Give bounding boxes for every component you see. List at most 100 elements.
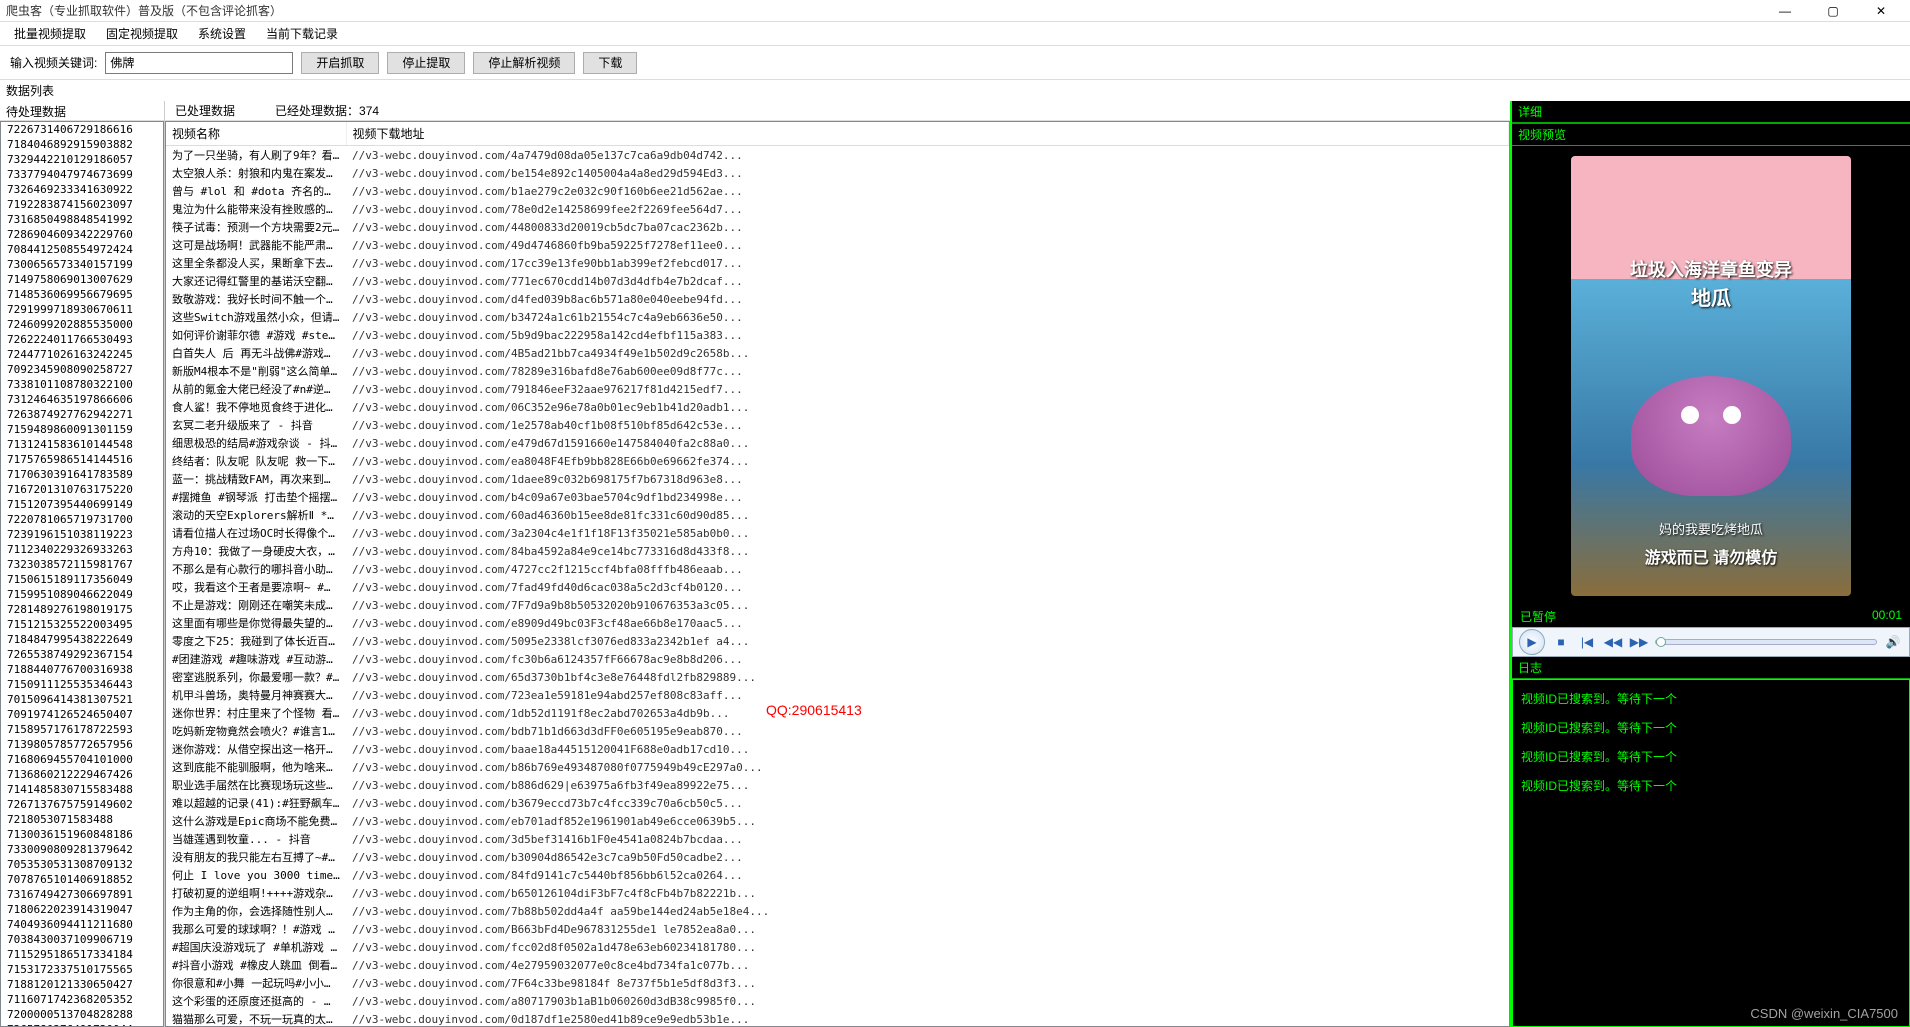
volume-icon[interactable]: 🔊: [1883, 632, 1903, 652]
list-item[interactable]: 7192283874156023097: [1, 197, 163, 212]
list-item[interactable]: 7148536069956679695: [1, 287, 163, 302]
list-item[interactable]: 7091974126524650407: [1, 707, 163, 722]
list-item[interactable]: 7167201310763175220: [1, 482, 163, 497]
menu-fixed-extract[interactable]: 固定视频提取: [96, 21, 188, 46]
list-item[interactable]: 7078765101406918852: [1, 872, 163, 887]
menu-batch-extract[interactable]: 批量视频提取: [4, 21, 96, 46]
list-item[interactable]: 7337794047974673699: [1, 167, 163, 182]
list-item[interactable]: 7170630391641783589: [1, 467, 163, 482]
list-item[interactable]: 7159489860091301159: [1, 422, 163, 437]
table-row[interactable]: #抖音小游戏 #橡皮人跳皿 倒看跳皿...//v3-webc.douyinvod…: [166, 956, 1509, 974]
list-item[interactable]: 7159951089046622049: [1, 587, 163, 602]
table-row[interactable]: 这什么游戏是Epic商场不能免费送...//v3-webc.douyinvod.…: [166, 812, 1509, 830]
list-item[interactable]: 7151207395440699149: [1, 497, 163, 512]
table-row[interactable]: 方舟10：我做了一身硬皮大衣，只身...//v3-webc.douyinvod.…: [166, 542, 1509, 560]
list-item[interactable]: 7300656573340157199: [1, 257, 163, 272]
list-item[interactable]: 7158957176178722593: [1, 722, 163, 737]
list-item[interactable]: 7053530531308709132: [1, 857, 163, 872]
table-row[interactable]: 零度之下25：我碰到了体长近百米的...//v3-webc.douyinvod.…: [166, 632, 1509, 650]
maximize-button[interactable]: ▢: [1810, 1, 1856, 21]
stop-button[interactable]: ■: [1551, 632, 1571, 652]
table-row[interactable]: 打破初夏的逆组啊!++++游戏杂谈 #你...//v3-webc.douyinv…: [166, 884, 1509, 902]
table-row[interactable]: 这到底能不能驯服啊，他为啥来掉我...//v3-webc.douyinvod.c…: [166, 758, 1509, 776]
table-row[interactable]: 不那么是有心款行的哪抖音小助手...//v3-webc.douyinvod.co…: [166, 560, 1509, 578]
list-item[interactable]: 7316749427306697891: [1, 887, 163, 902]
list-item[interactable]: 7175765986514144516: [1, 452, 163, 467]
table-row[interactable]: 没有朋友的我只能左右互搏了~#游戏...//v3-webc.douyinvod.…: [166, 848, 1509, 866]
minimize-button[interactable]: —: [1762, 1, 1808, 21]
table-row[interactable]: 细思极恐的结局#游戏杂谈 - 抖音//v3-webc.douyinvod.com…: [166, 434, 1509, 452]
list-item[interactable]: 7226731406729186616: [1, 122, 163, 137]
pending-id-list[interactable]: 7226731406729186616718404689291590388273…: [0, 121, 164, 1027]
table-row[interactable]: 我那么可爱的球球啊？！#游戏 #游...//v3-webc.douyinvod.…: [166, 920, 1509, 938]
list-item[interactable]: 7092345908090258727: [1, 362, 163, 377]
list-item[interactable]: 7312464635197866606: [1, 392, 163, 407]
list-item[interactable]: 7151215325522003495: [1, 617, 163, 632]
table-row[interactable]: 这些Switch游戏虽然小众，但请务必...//v3-webc.douyinvo…: [166, 308, 1509, 326]
table-row[interactable]: 猫猫那么可爱，不玩一玩真的太可惜...//v3-webc.douyinvod.c…: [166, 1010, 1509, 1027]
table-row[interactable]: 鬼泣为什么能带来没有挫败感的挑战...//v3-webc.douyinvod.c…: [166, 200, 1509, 218]
forward-button[interactable]: ▶▶: [1629, 632, 1649, 652]
list-item[interactable]: 7404936094411211680: [1, 917, 163, 932]
table-row[interactable]: 机甲斗兽场，奥特曼月神赛赛大战竞...//v3-webc.douyinvod.c…: [166, 686, 1509, 704]
list-item[interactable]: 7184847995438222649: [1, 632, 163, 647]
table-row[interactable]: 何止 I love you 3000 times #钢铁侠 #...//v3-w…: [166, 866, 1509, 884]
list-item[interactable]: 7136860212229467426: [1, 767, 163, 782]
list-item[interactable]: 7084412508554972424: [1, 242, 163, 257]
table-row[interactable]: 请看位描人在过场OC时长得像个人#...//v3-webc.douyinvod.…: [166, 524, 1509, 542]
list-item[interactable]: 7130036151960848186: [1, 827, 163, 842]
table-row[interactable]: #摆摊鱼 #钢琴派 打击垫个摇摆狗狗...//v3-webc.douyinvod…: [166, 488, 1509, 506]
list-item[interactable]: 7291999718930670611: [1, 302, 163, 317]
list-item[interactable]: 7281489276198019175: [1, 602, 163, 617]
list-item[interactable]: 7200000513704828288: [1, 1007, 163, 1022]
table-row[interactable]: 你很意和#小舞 一起玩吗#小小游乐...//v3-webc.douyinvod.…: [166, 974, 1509, 992]
table-row[interactable]: 迷你世界：村庄里来了个怪物 看见...//v3-webc.douyinvod.c…: [166, 704, 1509, 722]
table-row[interactable]: 这里面有哪些是你觉得最失望的跳票...//v3-webc.douyinvod.c…: [166, 614, 1509, 632]
table-row[interactable]: 筷子试毒：预测一个方块需要2元，...//v3-webc.douyinvod.c…: [166, 218, 1509, 236]
list-item[interactable]: 7180622023914319047: [1, 902, 163, 917]
download-button[interactable]: 下载: [583, 52, 637, 74]
start-crawl-button[interactable]: 开启抓取: [301, 52, 379, 74]
list-item[interactable]: 7184046892915903882: [1, 137, 163, 152]
list-item[interactable]: 7150911125535346443: [1, 677, 163, 692]
list-item[interactable]: 7116071742368205352: [1, 992, 163, 1007]
keyword-input[interactable]: [105, 52, 293, 74]
table-row[interactable]: 新版M4根本不是"削弱"这么简单！后...//v3-webc.douyinvod…: [166, 362, 1509, 380]
list-item[interactable]: 7263874927762942271: [1, 407, 163, 422]
table-row[interactable]: 白首失人 后 再无斗战佛#游戏杂谈 #...//v3-webc.douyinvo…: [166, 344, 1509, 362]
list-item[interactable]: 7338101108780322100: [1, 377, 163, 392]
list-item[interactable]: 7316850498848541992: [1, 212, 163, 227]
list-item[interactable]: 7239196151038119223: [1, 527, 163, 542]
table-row[interactable]: 食人鲨！我不停地觅食终于进化成功...//v3-webc.douyinvod.c…: [166, 398, 1509, 416]
table-row[interactable]: 终结者：队友呢 队友呢 救一下吗#...//v3-webc.douyinvod.…: [166, 452, 1509, 470]
table-row[interactable]: 曾与 #lol 和 #dota 齐名的游戏...//v3-webc.douyin…: [166, 182, 1509, 200]
table-row[interactable]: 当雄莲遇到牧童... - 抖音//v3-webc.douyinvod.com/3…: [166, 830, 1509, 848]
list-item[interactable]: 7262224011766530493: [1, 332, 163, 347]
stop-parse-button[interactable]: 停止解析视频: [473, 52, 575, 74]
table-row[interactable]: 玄冥二老升级版来了 - 抖音//v3-webc.douyinvod.com/1e…: [166, 416, 1509, 434]
list-item[interactable]: 7150615189117356049: [1, 572, 163, 587]
list-item[interactable]: 7038430037109906719: [1, 932, 163, 947]
list-item[interactable]: 7188120121330650427: [1, 977, 163, 992]
table-row[interactable]: 这里全条都没人买，果断拿下去开箱...//v3-webc.douyinvod.c…: [166, 254, 1509, 272]
list-item[interactable]: 7218053071583488: [1, 812, 163, 827]
table-row[interactable]: 作为主角的你，会选择随性别人经默...//v3-webc.douyinvod.c…: [166, 902, 1509, 920]
col-video-url[interactable]: 视频下载地址: [346, 122, 1509, 146]
list-item[interactable]: 7220781065719731700: [1, 512, 163, 527]
list-item[interactable]: 7329442210129186057: [1, 152, 163, 167]
list-item[interactable]: 7265538749292367154: [1, 647, 163, 662]
list-item[interactable]: 7188440776700316938: [1, 662, 163, 677]
list-item[interactable]: 7141485830715583488: [1, 782, 163, 797]
table-row[interactable]: 这个彩蛋的还原度还挺高的 - 抖音//v3-webc.douyinvod.com…: [166, 992, 1509, 1010]
list-item[interactable]: 7330090809281379642: [1, 842, 163, 857]
table-row[interactable]: 迷你游戏：从借空探出这一格开始，...//v3-webc.douyinvod.c…: [166, 740, 1509, 758]
table-row[interactable]: 蓝一：挑战精致FAM，再次来到这个...//v3-webc.douyinvod.…: [166, 470, 1509, 488]
table-row[interactable]: 不止是游戏：刚刚还在嘲笑未成年人...//v3-webc.douyinvod.c…: [166, 596, 1509, 614]
table-row[interactable]: 哎，我看这个王者是要凉啊~ #游戏...//v3-webc.douyinvod.…: [166, 578, 1509, 596]
table-row[interactable]: 职业选手届然在比赛现场玩这些游戏...//v3-webc.douyinvod.c…: [166, 776, 1509, 794]
table-row[interactable]: #团建游戏 #趣味游戏 #互动游戏 #1...//v3-webc.douyinv…: [166, 650, 1509, 668]
list-item[interactable]: 7112340229326933263: [1, 542, 163, 557]
list-item[interactable]: 7265780376491720044: [1, 1022, 163, 1027]
table-row[interactable]: 如何评价谢菲尔德 #游戏 #steam游...//v3-webc.douyinv…: [166, 326, 1509, 344]
list-item[interactable]: 7149758069013007629: [1, 272, 163, 287]
